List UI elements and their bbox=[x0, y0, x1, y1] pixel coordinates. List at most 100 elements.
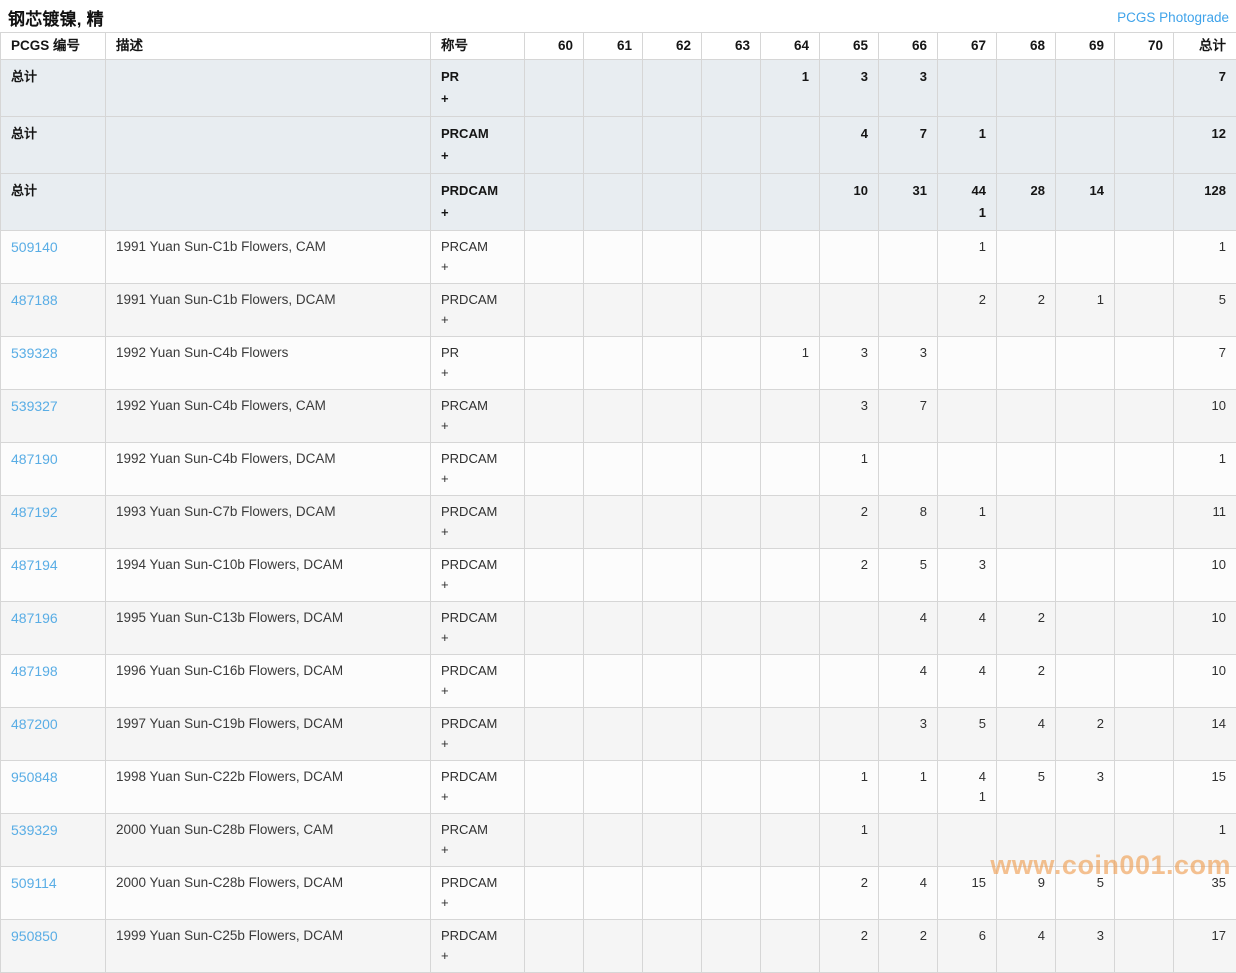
grade-count-cell bbox=[1115, 867, 1174, 920]
grade-count-cell: 3 bbox=[820, 390, 879, 443]
grade-count-cell bbox=[761, 443, 820, 496]
grade-count-cell: 4 bbox=[938, 602, 997, 655]
pcgs-number-link[interactable]: 950850 bbox=[11, 928, 58, 944]
grade-count: 2 bbox=[830, 873, 868, 893]
grade-count-cell bbox=[761, 814, 820, 867]
coin-description-cell: 1992 Yuan Sun-C4b Flowers bbox=[106, 337, 431, 390]
pcgs-number-link[interactable]: 487192 bbox=[11, 504, 58, 520]
grade-count: 2 bbox=[948, 290, 986, 310]
grade-count-cell bbox=[525, 496, 584, 549]
grade-count-cell bbox=[820, 708, 879, 761]
column-header-total: 总计 bbox=[1174, 33, 1236, 60]
grade-count-cell bbox=[1056, 337, 1115, 390]
grade-count-cell: 28 bbox=[997, 174, 1056, 231]
grade-count-cell: 5 bbox=[997, 761, 1056, 814]
grade-count-cell bbox=[761, 761, 820, 814]
designation-label: PRDCAM bbox=[441, 180, 514, 202]
grade-count: 3 bbox=[889, 66, 927, 88]
grade-count-cell bbox=[702, 549, 761, 602]
grade-count-cell bbox=[879, 231, 938, 284]
pcgs-number-link[interactable]: 539327 bbox=[11, 398, 58, 414]
grade-count-cell: 2 bbox=[1056, 708, 1115, 761]
grade-count: 3 bbox=[830, 66, 868, 88]
coin-description-cell: 1992 Yuan Sun-C4b Flowers, CAM bbox=[106, 390, 431, 443]
total-count-cell: 17 bbox=[1174, 920, 1236, 973]
table-header-row: PCGS 编号描述称号6061626364656667686970总计 bbox=[1, 33, 1236, 60]
grade-count-cell bbox=[702, 496, 761, 549]
grade-count-cell: 3 bbox=[820, 60, 879, 117]
grade-count: 4 bbox=[948, 767, 986, 787]
pcgs-number-link[interactable]: 509114 bbox=[11, 875, 57, 891]
grade-count: 14 bbox=[1066, 180, 1104, 202]
grade-count: 1 bbox=[771, 343, 809, 363]
grade-count-cell: 4 bbox=[879, 602, 938, 655]
designation-plus-label: + bbox=[441, 257, 514, 277]
grade-count-cell bbox=[525, 231, 584, 284]
grade-count: 4 bbox=[889, 608, 927, 628]
designation-cell: PRDCAM+ bbox=[431, 174, 525, 231]
pcgs-number-link[interactable]: 539328 bbox=[11, 345, 58, 361]
grade-count-cell bbox=[525, 549, 584, 602]
designation-cell: PR+ bbox=[431, 60, 525, 117]
grade-count: 2 bbox=[1007, 661, 1045, 681]
grade-count: 1 bbox=[830, 767, 868, 787]
total-count: 14 bbox=[1184, 714, 1226, 734]
grade-count-cell: 3 bbox=[938, 549, 997, 602]
grade-count-cell bbox=[761, 602, 820, 655]
grade-count-cell bbox=[820, 231, 879, 284]
grade-count: 4 bbox=[889, 873, 927, 893]
grade-count-cell bbox=[584, 443, 643, 496]
pcgs-number-link[interactable]: 487190 bbox=[11, 451, 58, 467]
grade-count: 1 bbox=[830, 820, 868, 840]
grade-count-cell bbox=[643, 231, 702, 284]
grade-count: 3 bbox=[889, 714, 927, 734]
pcgs-number-link[interactable]: 487194 bbox=[11, 557, 58, 573]
grade-count-cell: 2 bbox=[820, 549, 879, 602]
designation-plus-label: + bbox=[441, 734, 514, 754]
grade-count: 3 bbox=[1066, 926, 1104, 946]
grade-count-cell bbox=[702, 117, 761, 174]
pcgs-number-link[interactable]: 487200 bbox=[11, 716, 58, 732]
grade-count-cell: 3 bbox=[879, 60, 938, 117]
pcgs-number-cell: 487190 bbox=[1, 443, 106, 496]
grade-count-cell bbox=[1115, 602, 1174, 655]
grade-count-cell bbox=[643, 117, 702, 174]
grade-count-cell bbox=[525, 602, 584, 655]
designation-plus-label: + bbox=[441, 202, 514, 224]
column-header-grade-70: 70 bbox=[1115, 33, 1174, 60]
pcgs-number-link[interactable]: 950848 bbox=[11, 769, 58, 785]
grade-count-cell bbox=[761, 174, 820, 231]
grade-count-cell bbox=[643, 602, 702, 655]
pcgs-number-link[interactable]: 487188 bbox=[11, 292, 58, 308]
grade-count-cell: 3 bbox=[879, 708, 938, 761]
pcgs-number-cell: 950850 bbox=[1, 920, 106, 973]
grade-count-cell: 1 bbox=[820, 761, 879, 814]
designation-plus-label: + bbox=[441, 522, 514, 542]
grade-count-cell bbox=[997, 117, 1056, 174]
grade-count-cell bbox=[997, 337, 1056, 390]
grade-count-cell: 1 bbox=[938, 117, 997, 174]
grade-plus-count: 1 bbox=[948, 202, 986, 224]
grade-count-cell bbox=[1115, 231, 1174, 284]
pcgs-photograde-link[interactable]: PCGS Photograde bbox=[1117, 10, 1229, 25]
pcgs-number-cell: 509140 bbox=[1, 231, 106, 284]
grade-count-cell bbox=[584, 284, 643, 337]
designation-cell: PRCAM+ bbox=[431, 390, 525, 443]
totals-label-cell: 总计 bbox=[1, 174, 106, 231]
grade-count-cell bbox=[584, 231, 643, 284]
pcgs-number-link[interactable]: 509140 bbox=[11, 239, 58, 255]
coin-row: 4871901992 Yuan Sun-C4b Flowers, DCAMPRD… bbox=[1, 443, 1236, 496]
coin-row: 539327 1992 Yuan Sun-C4b Flowers, CAMPRCA… bbox=[1, 390, 1236, 443]
grade-count-cell bbox=[643, 284, 702, 337]
grade-count-cell bbox=[525, 337, 584, 390]
totals-label-cell: 总计 bbox=[1, 117, 106, 174]
grade-count-cell bbox=[1056, 602, 1115, 655]
column-header-grade-66: 66 bbox=[879, 33, 938, 60]
grade-count-cell bbox=[643, 60, 702, 117]
coin-row: 4871921993 Yuan Sun-C7b Flowers, DCAMPRD… bbox=[1, 496, 1236, 549]
grade-count-cell bbox=[584, 867, 643, 920]
pcgs-number-link[interactable]: 539329 bbox=[11, 822, 58, 838]
pcgs-number-link[interactable]: 487198 bbox=[11, 663, 58, 679]
totals-label-cell: 总计 bbox=[1, 60, 106, 117]
pcgs-number-link[interactable]: 487196 bbox=[11, 610, 58, 626]
